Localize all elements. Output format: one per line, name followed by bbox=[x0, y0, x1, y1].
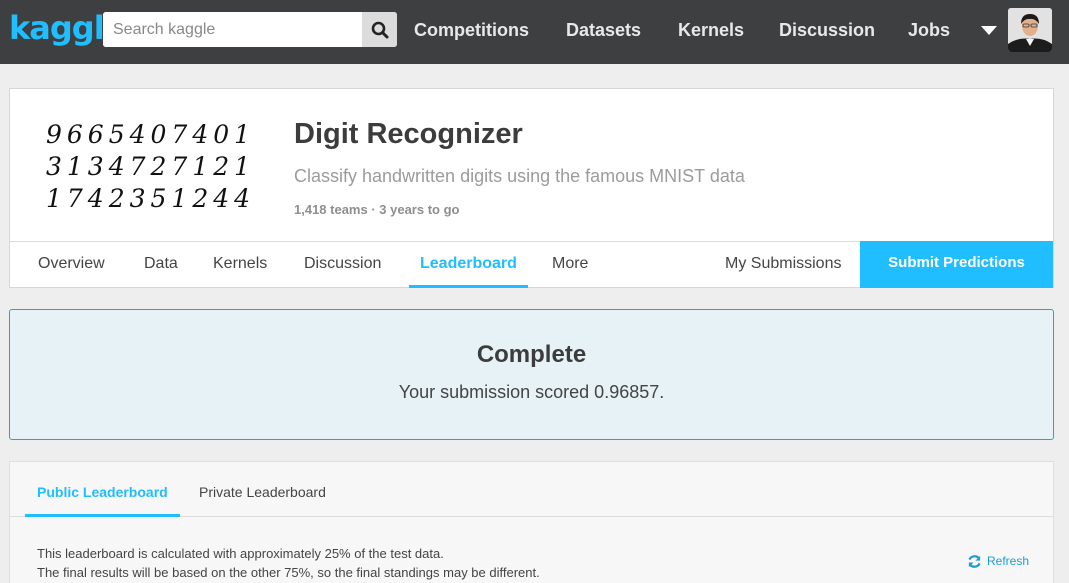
my-submissions-link[interactable]: My Submissions bbox=[725, 242, 841, 288]
refresh-button[interactable]: Refresh bbox=[967, 553, 1029, 569]
tab-leaderboard[interactable]: Leaderboard bbox=[409, 242, 528, 288]
thumbnail-digits-row-3: 1742351244 bbox=[46, 184, 255, 211]
tab-kernels[interactable]: Kernels bbox=[213, 242, 267, 288]
nav-jobs[interactable]: Jobs bbox=[908, 19, 950, 41]
nav-competitions[interactable]: Competitions bbox=[414, 19, 529, 41]
user-avatar[interactable] bbox=[1008, 8, 1052, 52]
nav-kernels[interactable]: Kernels bbox=[678, 19, 744, 41]
thumbnail-digits-row-2: 3134727121 bbox=[46, 152, 255, 181]
competition-thumbnail: 9665407401 3134727121 1742351244 bbox=[46, 120, 255, 211]
competition-subtitle: Classify handwritten digits using the fa… bbox=[294, 166, 745, 186]
submit-predictions-button[interactable]: Submit Predictions bbox=[860, 241, 1053, 288]
thumbnail-digits-row-1: 9665407401 bbox=[46, 120, 255, 149]
top-navbar: kaggle Competitions Datasets Kernels Dis… bbox=[0, 0, 1069, 64]
refresh-label: Refresh bbox=[987, 554, 1030, 568]
search-box bbox=[103, 12, 397, 47]
leaderboard-tabs: Public Leaderboard Private Leaderboard bbox=[10, 462, 1053, 517]
nav-datasets[interactable]: Datasets bbox=[566, 19, 641, 41]
submission-score-message: Your submission scored 0.96857. bbox=[398, 382, 665, 402]
search-icon bbox=[371, 21, 388, 38]
leaderboard-note: This leaderboard is calculated with appr… bbox=[37, 544, 540, 582]
avatar-image bbox=[1008, 8, 1052, 52]
tab-private-leaderboard[interactable]: Private Leaderboard bbox=[187, 462, 338, 517]
competition-tabs: Overview Data Kernels Discussion Leaderb… bbox=[10, 241, 1053, 288]
dropdown-caret-icon[interactable] bbox=[981, 26, 997, 35]
banner-title: Complete bbox=[476, 341, 587, 368]
search-input[interactable] bbox=[103, 12, 363, 47]
leaderboard-panel: Public Leaderboard Private Leaderboard T… bbox=[9, 461, 1054, 583]
competition-title: Digit Recognizer bbox=[294, 118, 523, 150]
leaderboard-note-line-1: This leaderboard is calculated with appr… bbox=[37, 546, 444, 561]
tab-data[interactable]: Data bbox=[144, 242, 178, 288]
search-button[interactable] bbox=[362, 12, 397, 47]
leaderboard-note-line-2: The final results will be based on the o… bbox=[37, 565, 540, 580]
tab-discussion[interactable]: Discussion bbox=[304, 242, 381, 288]
nav-discussion[interactable]: Discussion bbox=[779, 19, 875, 41]
competition-header: 9665407401 3134727121 1742351244 Digit R… bbox=[9, 88, 1054, 288]
tab-overview[interactable]: Overview bbox=[38, 242, 105, 288]
tab-more[interactable]: More bbox=[552, 242, 588, 288]
submission-result-banner: Complete Your submission scored 0.96857. bbox=[9, 309, 1054, 440]
refresh-icon bbox=[968, 554, 981, 568]
competition-meta: 1,418 teams · 3 years to go bbox=[294, 202, 460, 217]
tab-public-leaderboard[interactable]: Public Leaderboard bbox=[25, 462, 180, 517]
